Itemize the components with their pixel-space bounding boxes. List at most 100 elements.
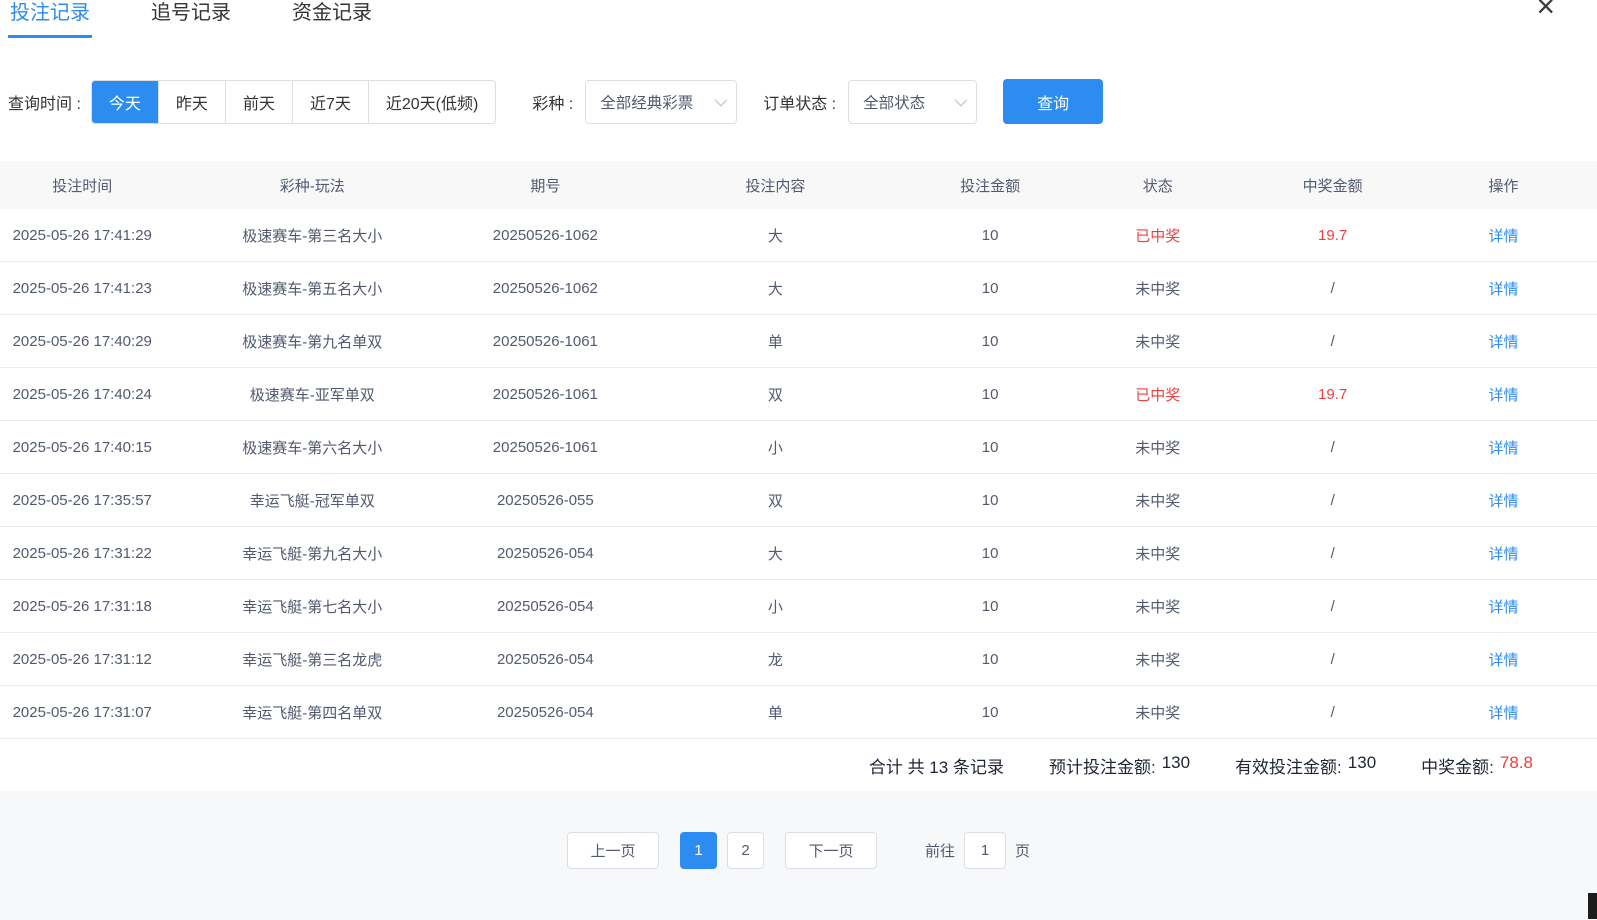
detail-link[interactable]: 详情 [1489,546,1519,563]
tab-bar: 投注记录 追号记录 资金记录 × [0,0,1597,38]
header-bet-time: 投注时间 [0,175,164,196]
bet-content-cell: 大 [631,543,920,564]
summary-value: 130 [1348,753,1376,778]
tab-chase-records[interactable]: 追号记录 [149,0,233,38]
header-status: 状态 [1060,175,1255,196]
table-row: 2025-05-26 17:31:22 幸运飞艇-第九名大小 20250526-… [0,527,1597,580]
issue-cell: 20250526-1062 [460,280,631,297]
win-amount-cell: / [1255,651,1410,668]
time-option-day-before[interactable]: 前天 [225,81,292,123]
action-cell: 详情 [1410,596,1597,617]
lottery-type-label: 彩种 : [532,90,573,114]
detail-link[interactable]: 详情 [1489,705,1519,722]
close-icon[interactable]: × [1536,0,1555,22]
win-amount-cell: 19.7 [1255,386,1410,403]
bet-amount-cell: 10 [920,333,1061,350]
tab-betting-records[interactable]: 投注记录 [8,0,92,38]
table-row: 2025-05-26 17:31:07 幸运飞艇-第四名单双 20250526-… [0,686,1597,739]
filter-bar: 查询时间 : 今天 昨天 前天 近7天 近20天(低频) 彩种 : 全部经典彩票… [0,79,1597,124]
action-cell: 详情 [1410,437,1597,458]
chevron-down-icon [715,94,728,107]
status-cell: 未中奖 [1060,543,1255,564]
win-amount-cell: / [1255,704,1410,721]
summary-label: 有效投注金额: [1235,753,1342,778]
bet-content-cell: 小 [631,437,920,458]
header-action: 操作 [1410,175,1597,196]
goto-label: 前往 [925,840,955,861]
action-cell: 详情 [1410,225,1597,246]
summary-valid-amount: 有效投注金额: 130 [1235,753,1376,778]
bet-time-cell: 2025-05-26 17:40:29 [0,333,164,350]
status-cell: 未中奖 [1060,702,1255,723]
lottery-type-select[interactable]: 全部经典彩票 [585,80,737,124]
header-bet-amount: 投注金额 [920,175,1061,196]
status-cell: 未中奖 [1060,490,1255,511]
bet-content-cell: 大 [631,278,920,299]
next-page-button[interactable]: 下一页 [785,832,877,869]
detail-link[interactable]: 详情 [1489,493,1519,510]
status-cell: 未中奖 [1060,596,1255,617]
bet-time-cell: 2025-05-26 17:40:15 [0,439,164,456]
detail-link[interactable]: 详情 [1489,599,1519,616]
time-option-yesterday[interactable]: 昨天 [158,81,225,123]
bet-amount-cell: 10 [920,704,1061,721]
prev-page-button[interactable]: 上一页 [567,832,659,869]
action-cell: 详情 [1410,543,1597,564]
search-button[interactable]: 查询 [1003,79,1103,124]
time-range-group: 今天 昨天 前天 近7天 近20天(低频) [91,80,496,124]
bet-time-cell: 2025-05-26 17:35:57 [0,492,164,509]
action-cell: 详情 [1410,278,1597,299]
action-cell: 详情 [1410,490,1597,511]
game-play-cell: 幸运飞艇-第七名大小 [164,596,459,617]
table-row: 2025-05-26 17:41:23 极速赛车-第五名大小 20250526-… [0,262,1597,315]
order-status-select[interactable]: 全部状态 [848,80,977,124]
detail-link[interactable]: 详情 [1489,440,1519,457]
summary-expected-amount: 预计投注金额: 130 [1049,753,1190,778]
goto-page-input[interactable] [964,832,1006,869]
bet-time-cell: 2025-05-26 17:31:07 [0,704,164,721]
table-row: 2025-05-26 17:40:15 极速赛车-第六名大小 20250526-… [0,421,1597,474]
detail-link[interactable]: 详情 [1489,334,1519,351]
table-row: 2025-05-26 17:41:29 极速赛车-第三名大小 20250526-… [0,209,1597,262]
goto-unit-label: 页 [1015,840,1030,861]
game-play-cell: 极速赛车-第六名大小 [164,437,459,458]
table-row: 2025-05-26 17:31:12 幸运飞艇-第三名龙虎 20250526-… [0,633,1597,686]
summary-value: 130 [1162,753,1190,778]
bet-amount-cell: 10 [920,492,1061,509]
page-button-1[interactable]: 1 [680,832,717,869]
win-amount-cell: / [1255,439,1410,456]
tab-fund-records[interactable]: 资金记录 [290,0,374,38]
win-amount-cell: / [1255,280,1410,297]
action-cell: 详情 [1410,331,1597,352]
bet-content-cell: 单 [631,702,920,723]
time-option-today[interactable]: 今天 [92,81,158,123]
game-play-cell: 极速赛车-第五名大小 [164,278,459,299]
page-button-2[interactable]: 2 [727,832,764,869]
detail-link[interactable]: 详情 [1489,281,1519,298]
action-cell: 详情 [1410,384,1597,405]
header-bet-content: 投注内容 [631,175,920,196]
detail-link[interactable]: 详情 [1489,652,1519,669]
order-status-label: 订单状态 : [763,90,836,114]
status-cell: 未中奖 [1060,437,1255,458]
scrollbar-thumb[interactable] [1588,893,1597,919]
bet-time-cell: 2025-05-26 17:31:22 [0,545,164,562]
bet-content-cell: 双 [631,490,920,511]
issue-cell: 20250526-054 [460,545,631,562]
detail-link[interactable]: 详情 [1489,387,1519,404]
detail-link[interactable]: 详情 [1489,228,1519,245]
time-option-last-20-days[interactable]: 近20天(低频) [368,81,495,123]
time-option-last-7-days[interactable]: 近7天 [292,81,368,123]
game-play-cell: 极速赛车-第三名大小 [164,225,459,246]
order-status-value: 全部状态 [863,91,925,113]
summary-win-amount: 中奖金额: 78.8 [1421,753,1533,778]
win-amount-cell: / [1255,545,1410,562]
summary-label: 中奖金额: [1421,753,1494,778]
betting-records-panel: 投注记录 追号记录 资金记录 × 查询时间 : 今天 昨天 前天 近7天 近20… [0,0,1597,920]
bet-amount-cell: 10 [920,227,1061,244]
bet-content-cell: 小 [631,596,920,617]
bet-time-cell: 2025-05-26 17:31:12 [0,651,164,668]
query-time-label: 查询时间 : [8,90,81,114]
issue-cell: 20250526-054 [460,651,631,668]
status-cell: 未中奖 [1060,331,1255,352]
